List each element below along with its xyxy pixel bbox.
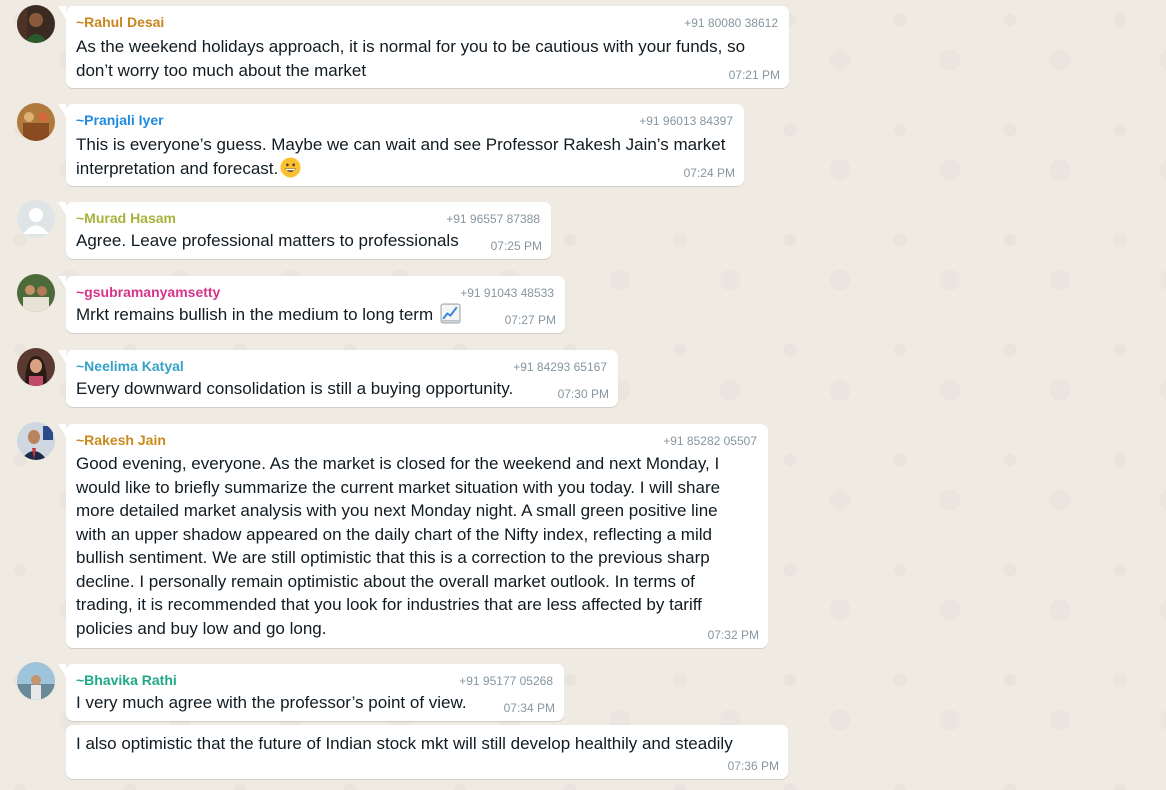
message-time: 07:21 PM bbox=[728, 68, 780, 82]
sender-phone: +91 91043 48533 bbox=[460, 286, 554, 300]
message-line: policies and buy low and go long. bbox=[76, 618, 327, 638]
message-line: Good evening, everyone. As the market is… bbox=[76, 454, 720, 473]
message-text: I very much agree with the professor’s p… bbox=[76, 691, 467, 715]
message-text: I also optimistic that the future of Ind… bbox=[76, 732, 733, 756]
sender-name[interactable]: ~Murad Hasam bbox=[76, 210, 176, 226]
message-line: Mrkt remains bullish in the medium to lo… bbox=[76, 305, 434, 324]
message-line-with-emoji: interpretation and forecast. bbox=[76, 157, 725, 181]
sender-name[interactable]: ~Rakesh Jain bbox=[76, 432, 166, 448]
avatar-gsubramanyamsetty[interactable] bbox=[17, 274, 55, 312]
avatar-rahul-desai[interactable] bbox=[17, 5, 55, 43]
message-text: This is everyone’s guess. Maybe we can w… bbox=[76, 133, 725, 180]
message-line: decline. I personally remain optimistic … bbox=[76, 571, 695, 591]
sender-name[interactable]: ~Pranjali Iyer bbox=[76, 112, 164, 128]
sender-phone: +91 95177 05268 bbox=[459, 674, 553, 688]
message-bubble[interactable]: ~Rakesh Jain +91 85282 05507 Good evenin… bbox=[58, 424, 768, 648]
sender-phone: +91 80080 38612 bbox=[684, 16, 778, 30]
message-bubble[interactable]: ~Rahul Desai +91 80080 38612 As the week… bbox=[58, 6, 789, 88]
message-bubble[interactable]: I also optimistic that the future of Ind… bbox=[66, 725, 788, 779]
message-line: more detailed market analysis with you n… bbox=[76, 501, 718, 520]
message-time: 07:36 PM bbox=[727, 759, 779, 773]
message-time: 07:30 PM bbox=[557, 387, 609, 401]
chart-increasing-emoji bbox=[440, 303, 461, 324]
sender-name[interactable]: ~Rahul Desai bbox=[76, 14, 164, 30]
message-bubble[interactable]: ~Murad Hasam +91 96557 87388 Agree. Leav… bbox=[58, 202, 551, 259]
message-line: with an upper shadow appeared on the dai… bbox=[76, 524, 712, 544]
message-line: Every downward consolidation is still a … bbox=[76, 379, 514, 398]
avatar-bhavika-rathi[interactable] bbox=[17, 662, 55, 700]
message-text: Mrkt remains bullish in the medium to lo… bbox=[76, 303, 461, 327]
message-line: trading, it is recommended that you look… bbox=[76, 595, 702, 614]
message-line: This is everyone’s guess. Maybe we can w… bbox=[76, 135, 726, 154]
sender-phone: +91 85282 05507 bbox=[663, 434, 757, 448]
message-line: would like to briefly summarize the curr… bbox=[76, 477, 721, 497]
message-time: 07:24 PM bbox=[683, 166, 735, 180]
message-line: As the weekend holidays approach, it is … bbox=[76, 37, 746, 56]
grinning-face-emoji bbox=[280, 157, 301, 177]
message-text: Good evening, everyone. As the market is… bbox=[76, 452, 720, 640]
sender-name[interactable]: ~Neelima Katyal bbox=[76, 358, 184, 374]
message-line: don’t worry too much about the market bbox=[76, 60, 367, 80]
message-line: bullish sentiment. We are still optimist… bbox=[76, 548, 710, 567]
message-time: 07:27 PM bbox=[504, 313, 556, 327]
message-line: I very much agree with the professor’s p… bbox=[76, 693, 467, 712]
message-line: Agree. Leave professional matters to pro… bbox=[76, 231, 459, 250]
message-text: Every downward consolidation is still a … bbox=[76, 377, 513, 401]
message-line: interpretation and forecast. bbox=[76, 158, 279, 178]
avatar-murad-hasam[interactable] bbox=[17, 200, 55, 238]
message-bubble[interactable]: ~Pranjali Iyer +91 96013 84397 This is e… bbox=[58, 104, 744, 186]
sender-name[interactable]: ~gsubramanyamsetty bbox=[76, 284, 220, 300]
message-time: 07:25 PM bbox=[490, 239, 542, 253]
message-text: As the weekend holidays approach, it is … bbox=[76, 35, 745, 82]
message-text: Agree. Leave professional matters to pro… bbox=[76, 229, 459, 253]
sender-name[interactable]: ~Bhavika Rathi bbox=[76, 672, 177, 688]
avatar-rakesh-jain[interactable] bbox=[17, 422, 55, 460]
sender-phone: +91 96557 87388 bbox=[446, 212, 540, 226]
message-bubble[interactable]: ~Bhavika Rathi +91 95177 05268 I very mu… bbox=[58, 664, 564, 721]
message-bubble[interactable]: ~gsubramanyamsetty +91 91043 48533 Mrkt … bbox=[58, 276, 565, 333]
message-time: 07:32 PM bbox=[707, 628, 759, 642]
message-line: I also optimistic that the future of Ind… bbox=[76, 734, 733, 753]
message-bubble[interactable]: ~Neelima Katyal +91 84293 65167 Every do… bbox=[58, 350, 618, 407]
sender-phone: +91 84293 65167 bbox=[513, 360, 607, 374]
sender-phone: +91 96013 84397 bbox=[639, 114, 733, 128]
message-time: 07:34 PM bbox=[503, 701, 555, 715]
message-line-with-emoji: Mrkt remains bullish in the medium to lo… bbox=[76, 303, 461, 327]
avatar-neelima-katyal[interactable] bbox=[17, 348, 55, 386]
avatar-pranjali-iyer[interactable] bbox=[17, 103, 55, 141]
default-avatar-icon bbox=[17, 200, 55, 238]
